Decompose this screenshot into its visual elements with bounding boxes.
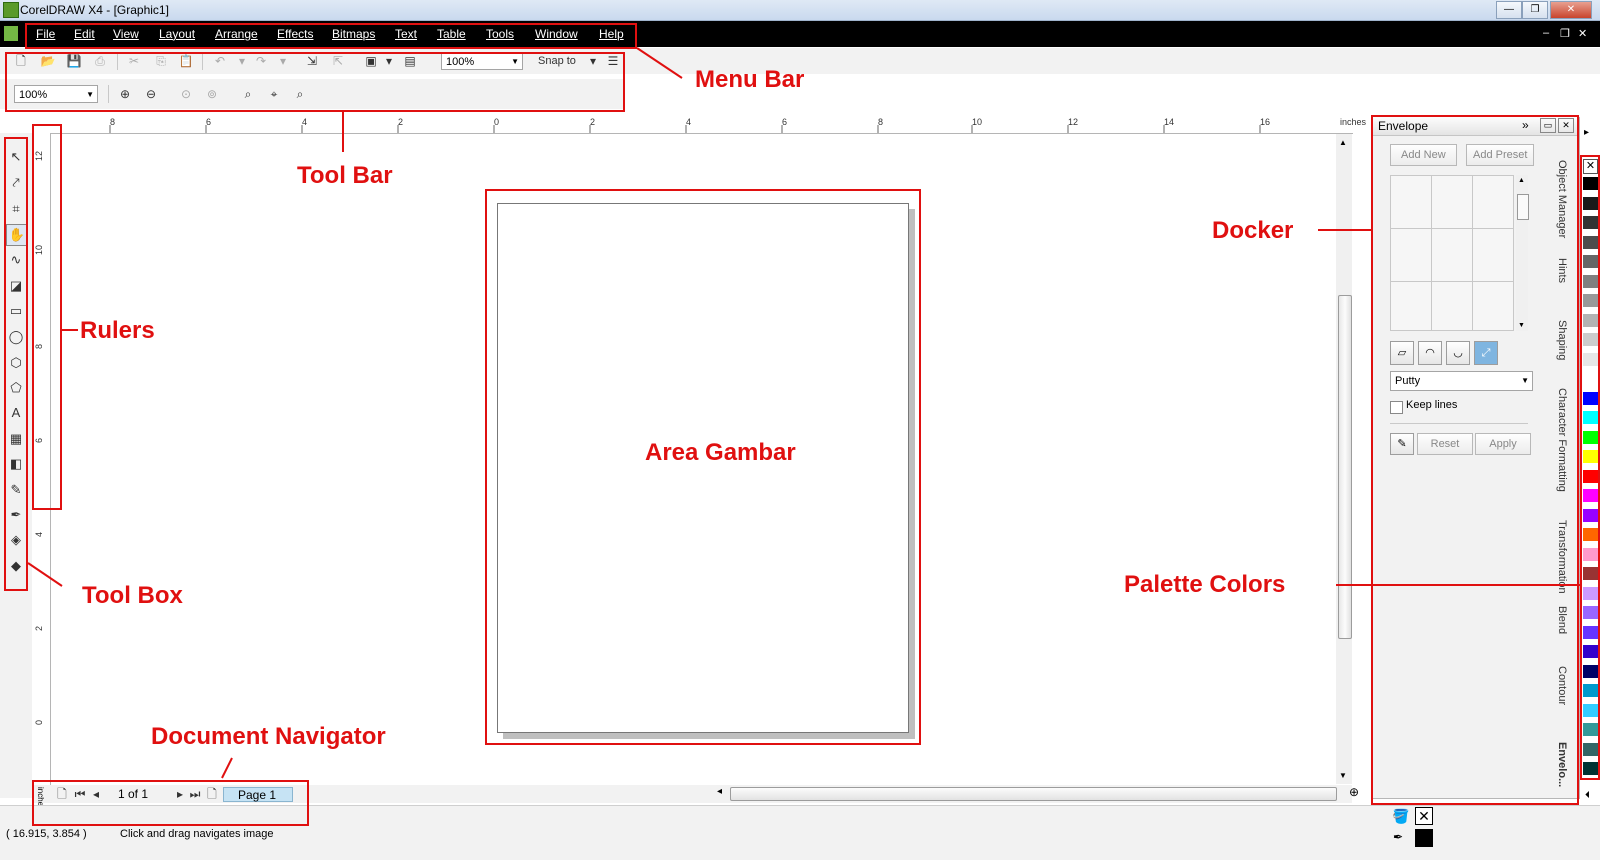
docker-annotation: Docker (1212, 217, 1294, 244)
palette-colors-annotation: Palette Colors (1124, 571, 1286, 598)
rulers-annotation: Rulers (80, 317, 155, 344)
tool-box-annotation: Tool Box (82, 582, 183, 609)
tool-bar-annotation: Tool Bar (297, 162, 393, 189)
area-gambar-annotation: Area Gambar (645, 439, 796, 466)
document-navigator-annotation: Document Navigator (151, 723, 386, 750)
menu-bar-annotation: Menu Bar (695, 66, 805, 93)
